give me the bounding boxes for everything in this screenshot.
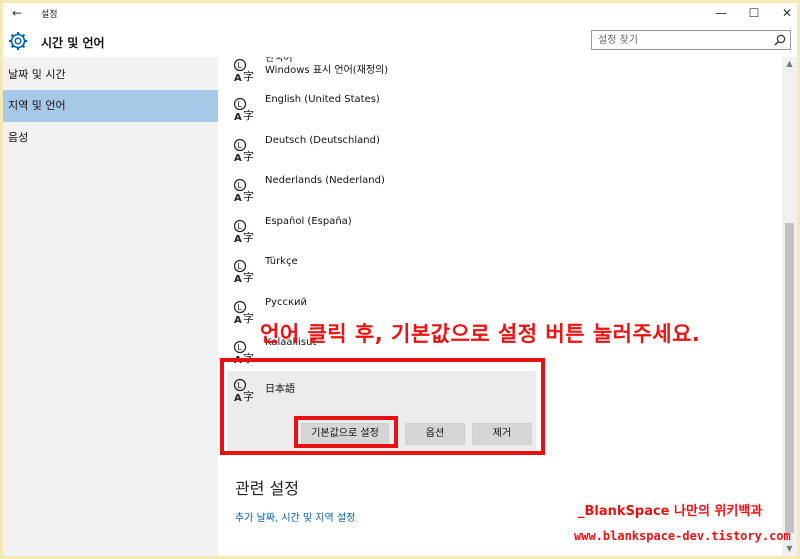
language-icon: LA 字: [233, 138, 254, 163]
language-icon: LA 字: [233, 219, 254, 244]
language-subtitle: Windows 표시 언어(재정의): [265, 65, 389, 76]
svg-text:L: L: [237, 100, 242, 109]
close-button[interactable]: ✕: [769, 3, 797, 25]
language-list: L A 字 한국어 Windows 표시 언어(재정의) L A 字 English (Unit…: [218, 57, 782, 556]
language-icon: LA 字: [233, 58, 254, 83]
related-settings-heading: 관련 설정: [235, 479, 299, 498]
minimize-button[interactable]: —: [703, 3, 739, 25]
language-icon: LA 字: [233, 300, 254, 325]
scroll-down-arrow-icon[interactable]: ▼: [782, 542, 797, 556]
watermark-name: _BlankSpace 나만의 위키백과: [578, 504, 763, 519]
gear-icon: [9, 32, 27, 50]
settings-window: ← 설정 — ☐ ✕ 시간 및 언어 설정 찾기 날짜 및 시간 지역 및 언어…: [3, 3, 797, 556]
svg-text:L: L: [237, 262, 242, 271]
svg-text:A: A: [234, 234, 242, 244]
maximize-button[interactable]: ☐: [736, 3, 772, 25]
language-list-item[interactable]: L A 字 Español (España): [218, 210, 782, 250]
close-icon: ✕: [781, 6, 793, 20]
language-list-item[interactable]: L A 字 Deutsch (Deutschland): [218, 129, 782, 169]
arrow-left-icon: ←: [11, 6, 23, 20]
svg-text:A: A: [234, 274, 242, 284]
additional-settings-link[interactable]: 추가 날짜, 시간 및 지역 설정: [235, 509, 355, 524]
svg-text:字: 字: [243, 69, 254, 83]
annotation-button-highlight: [294, 416, 398, 448]
language-name: English (United States): [265, 94, 380, 105]
svg-text:字: 字: [243, 108, 254, 122]
window-title: 설정: [41, 10, 58, 20]
language-name: Nederlands (Nederland): [265, 175, 385, 186]
language-icon: LA 字: [233, 259, 254, 284]
svg-text:L: L: [237, 181, 242, 190]
watermark-url: www.blankspace-dev.tistory.com: [574, 529, 791, 543]
sidebar-item-region-language[interactable]: 지역 및 언어: [3, 90, 218, 122]
language-name: Deutsch (Deutschland): [265, 135, 380, 146]
language-name: Русский: [265, 297, 307, 308]
minimize-icon: —: [715, 6, 727, 20]
svg-text:A: A: [234, 153, 242, 163]
search-box[interactable]: [591, 30, 791, 50]
svg-text:A: A: [234, 112, 242, 122]
scroll-thumb[interactable]: [785, 223, 794, 533]
svg-text:字: 字: [243, 149, 254, 163]
svg-text:字: 字: [243, 270, 254, 284]
search-input[interactable]: [598, 33, 758, 47]
sidebar-item-date-time[interactable]: 날짜 및 시간: [3, 59, 218, 91]
title-bar: ← 설정 — ☐ ✕: [3, 3, 797, 25]
page-header: 시간 및 언어: [3, 25, 797, 57]
svg-text:L: L: [237, 343, 242, 352]
language-icon: LA 字: [233, 178, 254, 203]
svg-text:A: A: [234, 73, 242, 83]
svg-text:字: 字: [243, 230, 254, 244]
scrollbar[interactable]: ▲ ▼: [782, 57, 797, 556]
annotation-text: 언어 클릭 후, 기본값으로 설정 버튼 눌러주세요.: [260, 322, 701, 346]
page-title: 시간 및 언어: [41, 36, 105, 50]
back-button[interactable]: ←: [9, 5, 25, 21]
svg-text:L: L: [237, 303, 242, 312]
svg-text:L: L: [237, 222, 242, 231]
language-list-item[interactable]: L A 字 한국어 Windows 표시 언어(재정의): [218, 57, 782, 89]
maximize-icon: ☐: [748, 6, 760, 20]
language-icon: LA 字: [233, 97, 254, 122]
language-list-item[interactable]: L A 字 English (United States): [218, 88, 782, 128]
search-icon[interactable]: [773, 33, 787, 47]
svg-text:A: A: [234, 193, 242, 203]
svg-text:字: 字: [243, 189, 254, 203]
svg-text:字: 字: [243, 311, 254, 325]
svg-text:L: L: [237, 61, 242, 70]
scroll-up-arrow-icon[interactable]: ▲: [782, 57, 797, 71]
sidebar: 날짜 및 시간 지역 및 언어 음성: [3, 57, 218, 556]
svg-text:A: A: [234, 315, 242, 325]
language-name: Türkçe: [265, 256, 298, 267]
language-list-item[interactable]: L A 字 Türkçe: [218, 250, 782, 290]
language-list-item[interactable]: L A 字 Nederlands (Nederland): [218, 169, 782, 209]
language-name: Español (España): [265, 216, 352, 227]
sidebar-item-speech[interactable]: 음성: [3, 122, 218, 154]
svg-text:L: L: [237, 141, 242, 150]
